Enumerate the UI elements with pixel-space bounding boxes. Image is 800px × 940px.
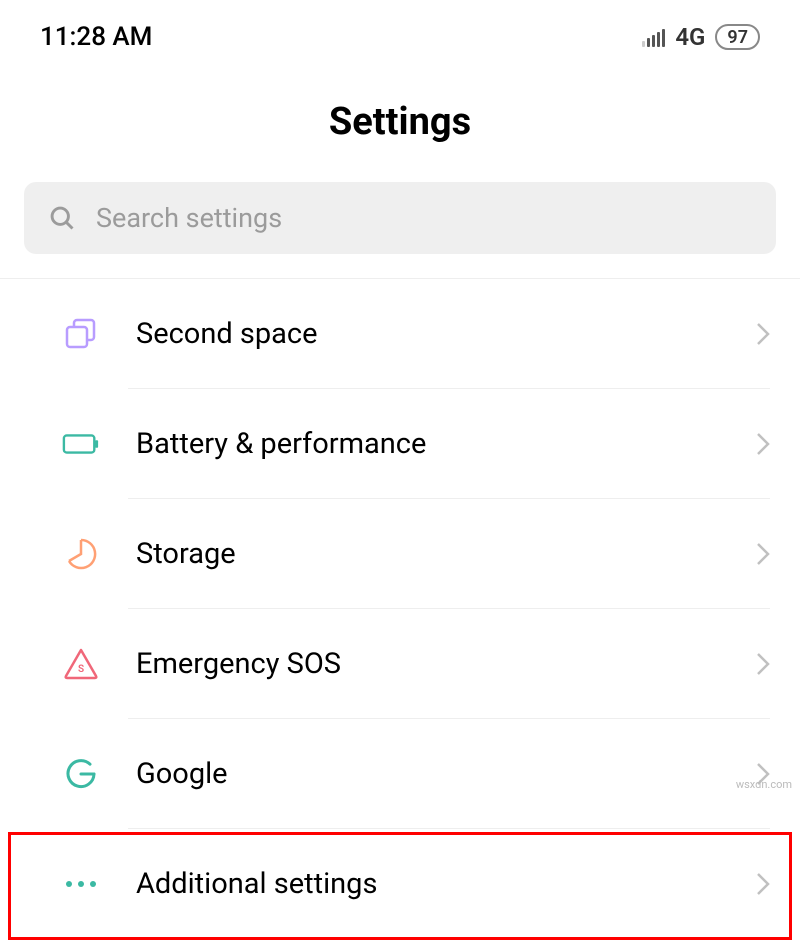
battery-icon	[62, 425, 100, 463]
status-time: 11:28 AM	[40, 22, 152, 52]
chevron-right-icon	[756, 652, 770, 676]
google-icon	[62, 755, 100, 793]
settings-item-label: Emergency SOS	[136, 647, 756, 681]
settings-item-label: Additional settings	[136, 867, 756, 901]
settings-item-battery-performance[interactable]: Battery & performance	[0, 389, 800, 499]
second-space-icon	[62, 315, 100, 353]
search-placeholder: Search settings	[96, 202, 282, 234]
chevron-right-icon	[756, 322, 770, 346]
network-type-label: 4G	[675, 23, 705, 51]
battery-level: 97	[727, 27, 748, 48]
settings-item-label: Battery & performance	[136, 427, 756, 461]
settings-item-label: Google	[136, 757, 756, 791]
more-icon	[62, 865, 100, 903]
search-icon	[48, 204, 76, 232]
storage-icon	[62, 535, 100, 573]
status-bar: 11:28 AM 4G 97	[0, 0, 800, 62]
page-title: Settings	[0, 100, 800, 144]
emergency-sos-icon: S	[62, 645, 100, 683]
settings-list: Second space Battery & performance Stora…	[0, 279, 800, 939]
settings-item-label: Storage	[136, 537, 756, 571]
signal-icon	[642, 27, 665, 47]
settings-item-storage[interactable]: Storage	[0, 499, 800, 609]
status-right: 4G 97	[642, 23, 760, 51]
svg-text:S: S	[78, 664, 84, 675]
settings-item-label: Second space	[136, 317, 756, 351]
settings-item-emergency-sos[interactable]: S Emergency SOS	[0, 609, 800, 719]
settings-item-google[interactable]: Google	[0, 719, 800, 829]
settings-item-additional-settings[interactable]: Additional settings	[0, 829, 800, 939]
settings-item-second-space[interactable]: Second space	[0, 279, 800, 389]
watermark: wsxdn.com	[736, 778, 792, 791]
chevron-right-icon	[756, 432, 770, 456]
chevron-right-icon	[756, 542, 770, 566]
chevron-right-icon	[756, 872, 770, 896]
battery-indicator: 97	[715, 24, 760, 50]
search-input[interactable]: Search settings	[24, 182, 776, 254]
